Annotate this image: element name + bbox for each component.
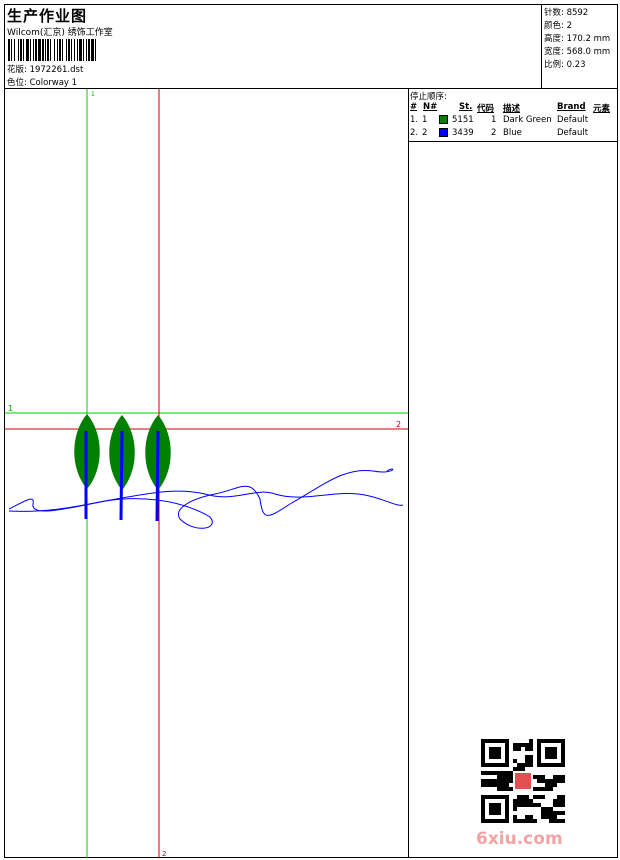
table-bottom-rule <box>409 141 618 142</box>
row-num: 1. <box>410 115 419 125</box>
header-panel: 生产作业图 Wilcom(汇京) 绣饰工作室 花版: 1972261.dst 色… <box>4 4 541 88</box>
barcode <box>8 39 96 61</box>
design-height-label: 高度: <box>544 34 564 44</box>
row-description: Dark Green <box>503 115 552 125</box>
stop-sequence-title: 停止顺序: <box>410 92 447 102</box>
row-code: 2 <box>491 128 497 138</box>
row-brand: Default <box>557 115 589 125</box>
design-file-value: 1972261.dst <box>29 65 84 75</box>
colorway-label: 色位: <box>7 78 27 88</box>
design-height: 高度: 170.2 mm <box>544 32 610 44</box>
row-stitches: 3439 <box>452 128 474 138</box>
page-title: 生产作业图 <box>7 7 88 25</box>
design-width: 宽度: 568.0 mm <box>544 45 610 57</box>
row-num: 2. <box>410 128 419 138</box>
col-header-code: 代码 <box>477 104 495 114</box>
stitch-count: 针数: 8592 <box>544 6 588 18</box>
stop-sequence-table: 停止顺序: # N# St. 代码 描述 Brand 元素 1. 1 5151 … <box>409 89 618 141</box>
col-header-brand: Brand <box>557 102 586 112</box>
design-width-value: 568.0 mm <box>566 47 611 57</box>
qr-logo <box>515 773 531 789</box>
design-preview-canvas: 1 2 1 2 <box>5 89 408 858</box>
color-swatch <box>439 128 448 137</box>
row-needle: 1 <box>422 115 428 125</box>
colorway-line: 色位: Colorway 1 <box>7 76 77 88</box>
column-divider <box>408 88 409 858</box>
color-count: 颜色: 2 <box>544 19 572 31</box>
green-h-guide-label: 1 <box>8 404 13 413</box>
red-h-guide-label: 2 <box>396 420 401 429</box>
stem-stroke <box>155 430 160 522</box>
row-needle: 2 <box>422 128 428 138</box>
design-file-label: 花版: <box>7 65 27 75</box>
col-header-num: # <box>410 102 418 112</box>
design-scale-value: 0.23 <box>566 60 586 70</box>
stem-stroke <box>119 430 124 521</box>
green-v-guide-label: 1 <box>91 91 95 98</box>
row-description: Blue <box>503 128 522 138</box>
col-header-needle: N# <box>423 102 438 112</box>
row-brand: Default <box>557 128 589 138</box>
col-header-element: 元素 <box>593 104 611 114</box>
col-header-description: 描述 <box>503 104 521 114</box>
row-stitches: 5151 <box>452 115 474 125</box>
design-scale-label: 比例: <box>544 60 564 70</box>
color-swatch <box>439 115 448 124</box>
red-v-guide-label: 2 <box>162 850 166 858</box>
design-width-label: 宽度: <box>544 47 564 57</box>
studio-name: Wilcom(汇京) 绣饰工作室 <box>7 28 113 38</box>
color-count-value: 2 <box>566 21 572 31</box>
design-height-value: 170.2 mm <box>566 34 611 44</box>
colorway-value: Colorway 1 <box>29 78 78 88</box>
stitch-count-label: 针数: <box>544 8 564 18</box>
watermark-logo: 6xiu.com <box>476 829 563 849</box>
stitch-count-value: 8592 <box>566 8 589 18</box>
stats-panel: 针数: 8592 颜色: 2 高度: 170.2 mm 宽度: 568.0 mm… <box>541 4 618 88</box>
design-scale: 比例: 0.23 <box>544 58 586 70</box>
design-file-line: 花版: 1972261.dst <box>7 63 83 75</box>
row-code: 1 <box>491 115 497 125</box>
col-header-stitches: St. <box>459 102 473 112</box>
color-count-label: 颜色: <box>544 21 564 31</box>
thread-path <box>8 468 394 529</box>
qr-code <box>481 739 565 823</box>
